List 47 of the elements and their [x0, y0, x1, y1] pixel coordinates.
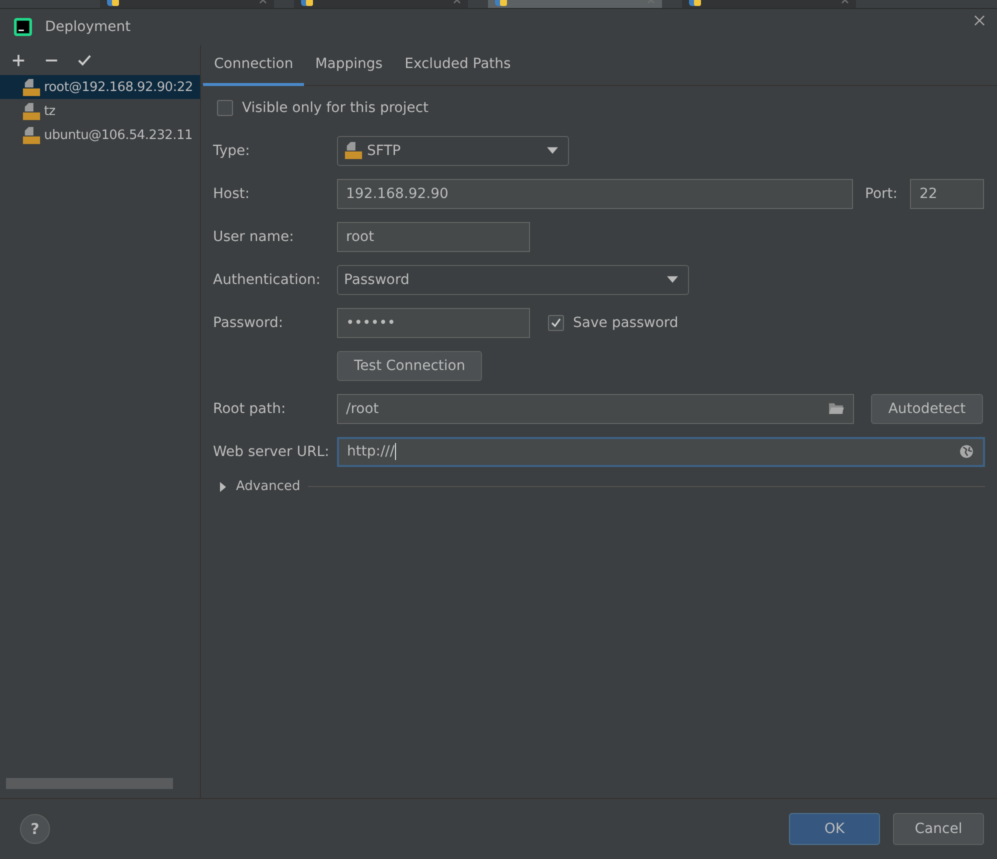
- user-name-field[interactable]: root: [337, 222, 530, 252]
- checkmark-icon[interactable]: [77, 52, 92, 68]
- field-label: Type:: [213, 142, 251, 158]
- checkbox[interactable]: [548, 314, 564, 330]
- host-field[interactable]: 192.168.92.90: [337, 178, 853, 208]
- field-label: Password:: [213, 314, 284, 330]
- window-title: Deployment: [45, 19, 132, 35]
- checkbox-label: Visible only for this project: [242, 100, 429, 116]
- help-button[interactable]: ?: [20, 814, 50, 844]
- checkmark-icon: [550, 316, 562, 328]
- server-item[interactable]: tz: [0, 99, 200, 123]
- root-path-field[interactable]: /root: [337, 394, 854, 424]
- server-item[interactable]: ubuntu@106.54.232.11: [0, 123, 200, 147]
- field-label: Host:: [213, 186, 251, 202]
- advanced-toggle[interactable]: Advanced: [213, 479, 300, 494]
- checkbox-label: Save password: [573, 314, 678, 330]
- field-label: Web server URL:: [213, 444, 330, 460]
- port-field[interactable]: 22: [910, 178, 984, 208]
- tab[interactable]: Connection: [203, 45, 304, 86]
- app-icon: [14, 18, 32, 36]
- sftp-server-icon: [22, 126, 41, 144]
- server-item[interactable]: root@192.168.92.90:22: [0, 75, 200, 99]
- web-server-url-field[interactable]: http:///: [337, 436, 985, 466]
- sftp-server-icon: [22, 102, 41, 120]
- scrollbar-thumb[interactable]: [6, 778, 173, 789]
- caret-icon: [547, 147, 558, 154]
- password-field[interactable]: ••••••: [337, 308, 530, 338]
- test-connection-button[interactable]: Test Connection: [337, 350, 482, 380]
- globe-icon[interactable]: [958, 444, 975, 459]
- authentication-dropdown[interactable]: Password: [337, 264, 689, 294]
- field-label: Root path:: [213, 400, 287, 416]
- autodetect-button[interactable]: Autodetect: [871, 394, 983, 424]
- sftp-server-icon: [344, 141, 363, 160]
- ok-button[interactable]: OK: [789, 813, 880, 845]
- add-icon[interactable]: [11, 52, 26, 68]
- tab[interactable]: Excluded Paths: [394, 45, 522, 86]
- field-label: Port:: [865, 186, 898, 202]
- cancel-button[interactable]: Cancel: [893, 813, 984, 845]
- caret-icon: [667, 276, 678, 283]
- tab[interactable]: Mappings: [304, 45, 394, 86]
- folder-icon[interactable]: [828, 401, 845, 416]
- checkbox[interactable]: [217, 100, 233, 116]
- field-label: Authentication:: [213, 272, 322, 288]
- type-dropdown[interactable]: SFTP: [337, 136, 569, 166]
- sftp-server-icon: [22, 78, 41, 96]
- expand-arrow-icon: [220, 482, 226, 492]
- field-label: User name:: [213, 228, 295, 244]
